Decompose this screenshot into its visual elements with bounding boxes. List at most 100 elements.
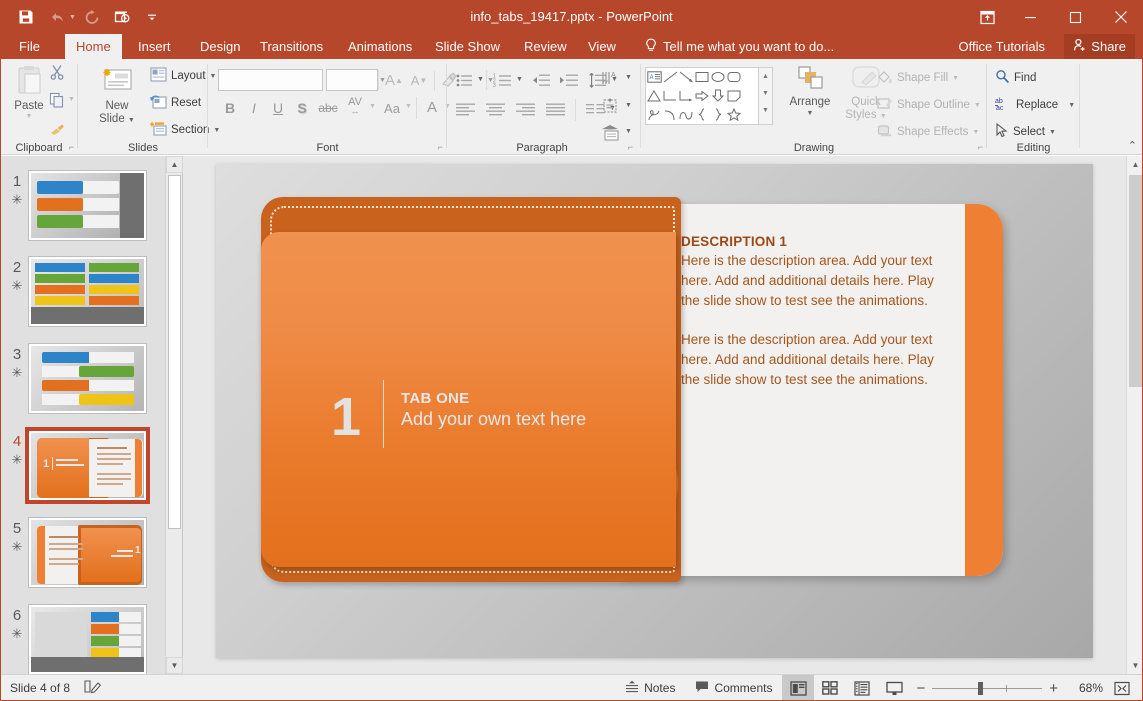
zoom-out-button[interactable]: −	[916, 680, 925, 697]
shape-left-brace-icon[interactable]	[694, 105, 710, 124]
numbering-dropdown-icon[interactable]: ▼	[516, 76, 523, 83]
shape-rounded-rect-icon[interactable]	[726, 68, 742, 87]
shape-outline-dropdown-icon[interactable]: ▼	[974, 102, 981, 109]
tab-animations[interactable]: Animations	[337, 34, 423, 59]
tab-view[interactable]: View	[577, 34, 627, 59]
notes-button[interactable]: Notes	[615, 675, 685, 701]
convert-to-smartart-icon[interactable]	[599, 121, 623, 143]
thumb-scroll-handle[interactable]	[168, 175, 181, 529]
reset-button[interactable]: Reset	[150, 94, 201, 112]
arrange-button[interactable]: Arrange ▼	[783, 65, 837, 119]
thumb-scroll-up-icon[interactable]: ▲	[166, 156, 183, 173]
copy-dropdown-icon[interactable]: ▼	[68, 96, 75, 103]
thumb-frame-3[interactable]	[28, 343, 147, 414]
shape-elbow-arrow-icon[interactable]	[678, 87, 694, 106]
shapes-scroll-up-icon[interactable]: ▲	[759, 68, 772, 85]
decrease-indent-icon[interactable]	[529, 69, 553, 91]
bullets-icon[interactable]	[453, 69, 475, 91]
italic-button[interactable]: I	[244, 97, 264, 119]
underline-button[interactable]: U	[268, 97, 288, 119]
clipboard-dialog-launcher[interactable]: ⌐	[69, 142, 74, 152]
slide-canvas-area[interactable]: DESCRIPTION 1 Here is the description ar…	[183, 156, 1126, 674]
paste-button[interactable]: Paste ▼	[6, 65, 52, 121]
justify-icon[interactable]	[543, 99, 569, 119]
bullets-dropdown-icon[interactable]: ▼	[477, 76, 484, 83]
change-case-button[interactable]: Aa	[380, 97, 404, 119]
shapes-gallery[interactable]: A	[645, 67, 759, 125]
format-painter-icon[interactable]	[48, 121, 66, 139]
shape-curve-icon[interactable]	[678, 105, 694, 124]
slide-sorter-view-button[interactable]	[814, 675, 846, 701]
maximize-button[interactable]	[1053, 0, 1098, 34]
arrange-dropdown-icon[interactable]: ▼	[783, 109, 837, 119]
shape-scribble-icon[interactable]	[646, 105, 662, 124]
tab-home[interactable]: Home	[65, 34, 122, 59]
tab-review[interactable]: Review	[513, 34, 578, 59]
char-spacing-dropdown-icon[interactable]: ▼	[369, 103, 376, 110]
thumb-frame-6[interactable]	[28, 604, 147, 675]
thumbnail-slide-1[interactable]: 1 ✳	[0, 170, 166, 244]
normal-view-button[interactable]	[782, 675, 814, 701]
thumbnail-slide-3[interactable]: 3 ✳	[0, 343, 166, 417]
shape-arrow-icon[interactable]	[678, 68, 694, 87]
zoom-slider-track[interactable]	[932, 688, 1042, 689]
fit-to-window-icon[interactable]	[1109, 681, 1135, 696]
replace-dropdown-icon[interactable]: ▼	[1068, 102, 1075, 109]
increase-indent-icon[interactable]	[557, 69, 581, 91]
align-center-icon[interactable]	[483, 99, 509, 119]
zoom-control[interactable]: − + 68%	[910, 680, 1109, 697]
thumb-frame-5[interactable]: 1	[28, 517, 147, 588]
shape-effects-button[interactable]: Shape Effects ▼	[877, 123, 979, 141]
share-button[interactable]: Share	[1064, 34, 1135, 59]
character-spacing-button[interactable]: AV ↔	[342, 95, 368, 119]
shape-elbow-connector-icon[interactable]	[662, 87, 678, 106]
tab-insert[interactable]: Insert	[127, 34, 182, 59]
shape-star-icon[interactable]	[726, 105, 742, 124]
tab-slide-show[interactable]: Slide Show	[424, 34, 511, 59]
shape-effects-dropdown-icon[interactable]: ▼	[972, 129, 979, 136]
thumbnail-slide-5[interactable]: 5 ✳ 1	[0, 517, 166, 591]
collapse-ribbon-icon[interactable]: ⌃	[1128, 139, 1137, 152]
font-name-combo[interactable]: ▼	[218, 69, 323, 91]
shape-down-arrow-icon[interactable]	[710, 87, 726, 106]
shape-outline-button[interactable]: Shape Outline ▼	[877, 96, 981, 114]
thumbnail-slide-2[interactable]: 2 ✳	[0, 256, 166, 330]
thumb-frame-4[interactable]: 1	[28, 430, 147, 501]
shape-line-icon[interactable]	[662, 68, 678, 87]
canvas-scroll-handle[interactable]	[1129, 175, 1142, 387]
thumbnail-pane-scrollbar[interactable]: ▲ ▼	[165, 156, 182, 674]
zoom-slider-handle[interactable]	[978, 682, 983, 695]
slide-editing-surface[interactable]: DESCRIPTION 1 Here is the description ar…	[216, 164, 1093, 658]
font-dialog-launcher[interactable]: ⌐	[438, 142, 443, 152]
shape-oval-icon[interactable]	[710, 68, 726, 87]
tab-design[interactable]: Design	[189, 34, 251, 59]
shape-rectangle-icon[interactable]	[694, 68, 710, 87]
close-button[interactable]	[1098, 0, 1143, 34]
shape-arc-icon[interactable]	[662, 105, 678, 124]
comments-button[interactable]: Comments	[685, 675, 782, 701]
thumb-scroll-down-icon[interactable]: ▼	[166, 657, 183, 674]
start-presentation-icon[interactable]	[108, 3, 136, 31]
shapes-gallery-scrollbar[interactable]: ▲ ▼ ▼	[759, 67, 773, 125]
drawing-dialog-launcher[interactable]: ⌐	[978, 142, 983, 152]
shape-right-arrow-icon[interactable]	[694, 87, 710, 106]
shape-textbox-icon[interactable]: A	[646, 68, 662, 87]
tell-me-search[interactable]: Tell me what you want to do...	[663, 34, 834, 59]
undo-icon[interactable]	[42, 3, 70, 31]
change-case-dropdown-icon[interactable]: ▼	[405, 103, 412, 110]
find-button[interactable]: Find	[995, 69, 1036, 87]
replace-button[interactable]: abac Replace ▼	[995, 96, 1075, 114]
shape-fill-button[interactable]: Shape Fill ▼	[877, 69, 959, 87]
zoom-in-button[interactable]: +	[1049, 680, 1058, 697]
description-text-block[interactable]: DESCRIPTION 1 Here is the description ar…	[681, 234, 939, 390]
canvas-scrollbar[interactable]: ▲ ▼	[1126, 156, 1143, 674]
notes-page-icon[interactable]	[84, 679, 102, 697]
align-text-dropdown-icon[interactable]: ▼	[625, 102, 632, 109]
tab-file[interactable]: File	[8, 34, 51, 59]
font-color-button[interactable]: A	[422, 95, 442, 119]
save-icon[interactable]	[12, 3, 40, 31]
strikethrough-button[interactable]: abc	[316, 97, 340, 119]
zoom-level[interactable]: 68%	[1065, 681, 1103, 695]
thumb-frame-1[interactable]	[28, 170, 147, 241]
shape-folded-corner-icon[interactable]	[726, 87, 742, 106]
